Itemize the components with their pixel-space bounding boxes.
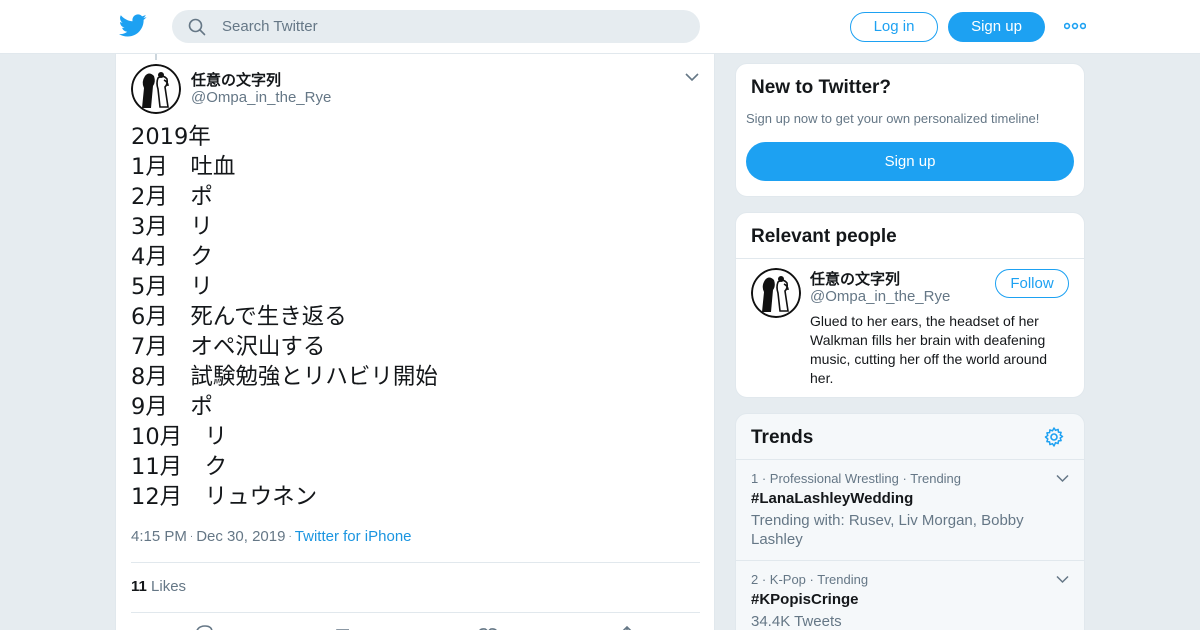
tweet-date[interactable]: Dec 30, 2019 — [196, 528, 285, 545]
chevron-down-icon[interactable] — [685, 72, 699, 82]
trend-hashtag[interactable]: #LanaLashleyWedding — [751, 490, 1071, 507]
avatar-illustration — [131, 64, 181, 114]
login-button[interactable]: Log in — [850, 12, 938, 42]
share-icon[interactable] — [616, 624, 638, 630]
tweet-source-link[interactable]: Twitter for iPhone — [295, 528, 412, 545]
relevant-people-card: Relevant people 任意の文字列 @Ompa_in_the_Rye … — [735, 212, 1085, 398]
top-bar: Log in Sign up — [0, 0, 1200, 54]
divider — [736, 560, 1084, 561]
avatar[interactable] — [131, 64, 181, 114]
search-box[interactable] — [172, 10, 700, 43]
trend-item[interactable]: 2 · K-Pop · Trending #KPopisCringe 34.4K… — [751, 572, 1071, 630]
follow-button[interactable]: Follow — [995, 269, 1069, 298]
avatar[interactable] — [751, 268, 801, 318]
thread-connector — [155, 54, 157, 60]
tweet-metadata: 4:15 PM · Dec 30, 2019 · Twitter for iPhone — [131, 528, 412, 545]
retweet-icon[interactable] — [334, 624, 356, 630]
tweet-time[interactable]: 4:15 PM — [131, 528, 187, 545]
trend-item[interactable]: 1 · Professional Wrestling · Trending #L… — [751, 471, 1071, 549]
trend-details: Trending with: Rusev, Liv Morgan, Bobby … — [751, 512, 1024, 548]
trend-context: 2 · K-Pop · Trending — [751, 572, 869, 587]
trends-card: Trends 1 · Professional Wrestling · Tren… — [735, 413, 1085, 630]
more-icon[interactable] — [1064, 21, 1086, 31]
trend-context: 1 · Professional Wrestling · Trending — [751, 471, 962, 486]
search-icon — [188, 18, 206, 36]
divider — [736, 459, 1084, 460]
divider — [736, 258, 1084, 259]
author-name[interactable]: 任意の文字列 — [191, 69, 281, 90]
tweet-text: 2019年 1月 吐血 2月 ポ 3月 リ 4月 ク 5月 リ 6月 死んで生き… — [131, 124, 438, 510]
signup-cta-button[interactable]: Sign up — [746, 142, 1074, 181]
person-handle[interactable]: @Ompa_in_the_Rye — [810, 288, 950, 305]
likes-label: Likes — [151, 578, 187, 595]
person-bio: Glued to her ears, the headset of her Wa… — [810, 313, 1048, 386]
chevron-down-icon[interactable] — [1056, 575, 1069, 584]
signup-button[interactable]: Sign up — [948, 12, 1045, 42]
reply-icon[interactable] — [192, 624, 214, 630]
tweet-permalink: 任意の文字列 @Ompa_in_the_Rye 2019年 1月 吐血 2月 ポ… — [115, 54, 715, 630]
divider — [131, 612, 700, 613]
person-name[interactable]: 任意の文字列 — [810, 268, 900, 289]
signup-promo-card: New to Twitter? Sign up now to get your … — [735, 63, 1085, 197]
avatar-illustration — [751, 268, 801, 318]
author-handle[interactable]: @Ompa_in_the_Rye — [191, 89, 331, 106]
trend-hashtag[interactable]: #KPopisCringe — [751, 591, 1071, 608]
likes-stat[interactable]: 11 Likes — [131, 578, 186, 595]
chevron-down-icon[interactable] — [1056, 474, 1069, 483]
trend-details: 34.4K Tweets — [751, 613, 842, 630]
likes-count: 11 — [131, 578, 147, 595]
divider — [131, 562, 700, 563]
card-title: Relevant people — [751, 226, 897, 247]
card-title: Trends — [751, 427, 814, 448]
like-icon[interactable] — [475, 624, 497, 630]
card-title: New to Twitter? — [751, 77, 892, 98]
card-subtitle: Sign up now to get your own personalized… — [746, 111, 1040, 126]
twitter-bird-icon[interactable] — [119, 13, 147, 39]
gear-icon[interactable] — [1044, 427, 1064, 447]
search-input[interactable] — [222, 10, 682, 43]
